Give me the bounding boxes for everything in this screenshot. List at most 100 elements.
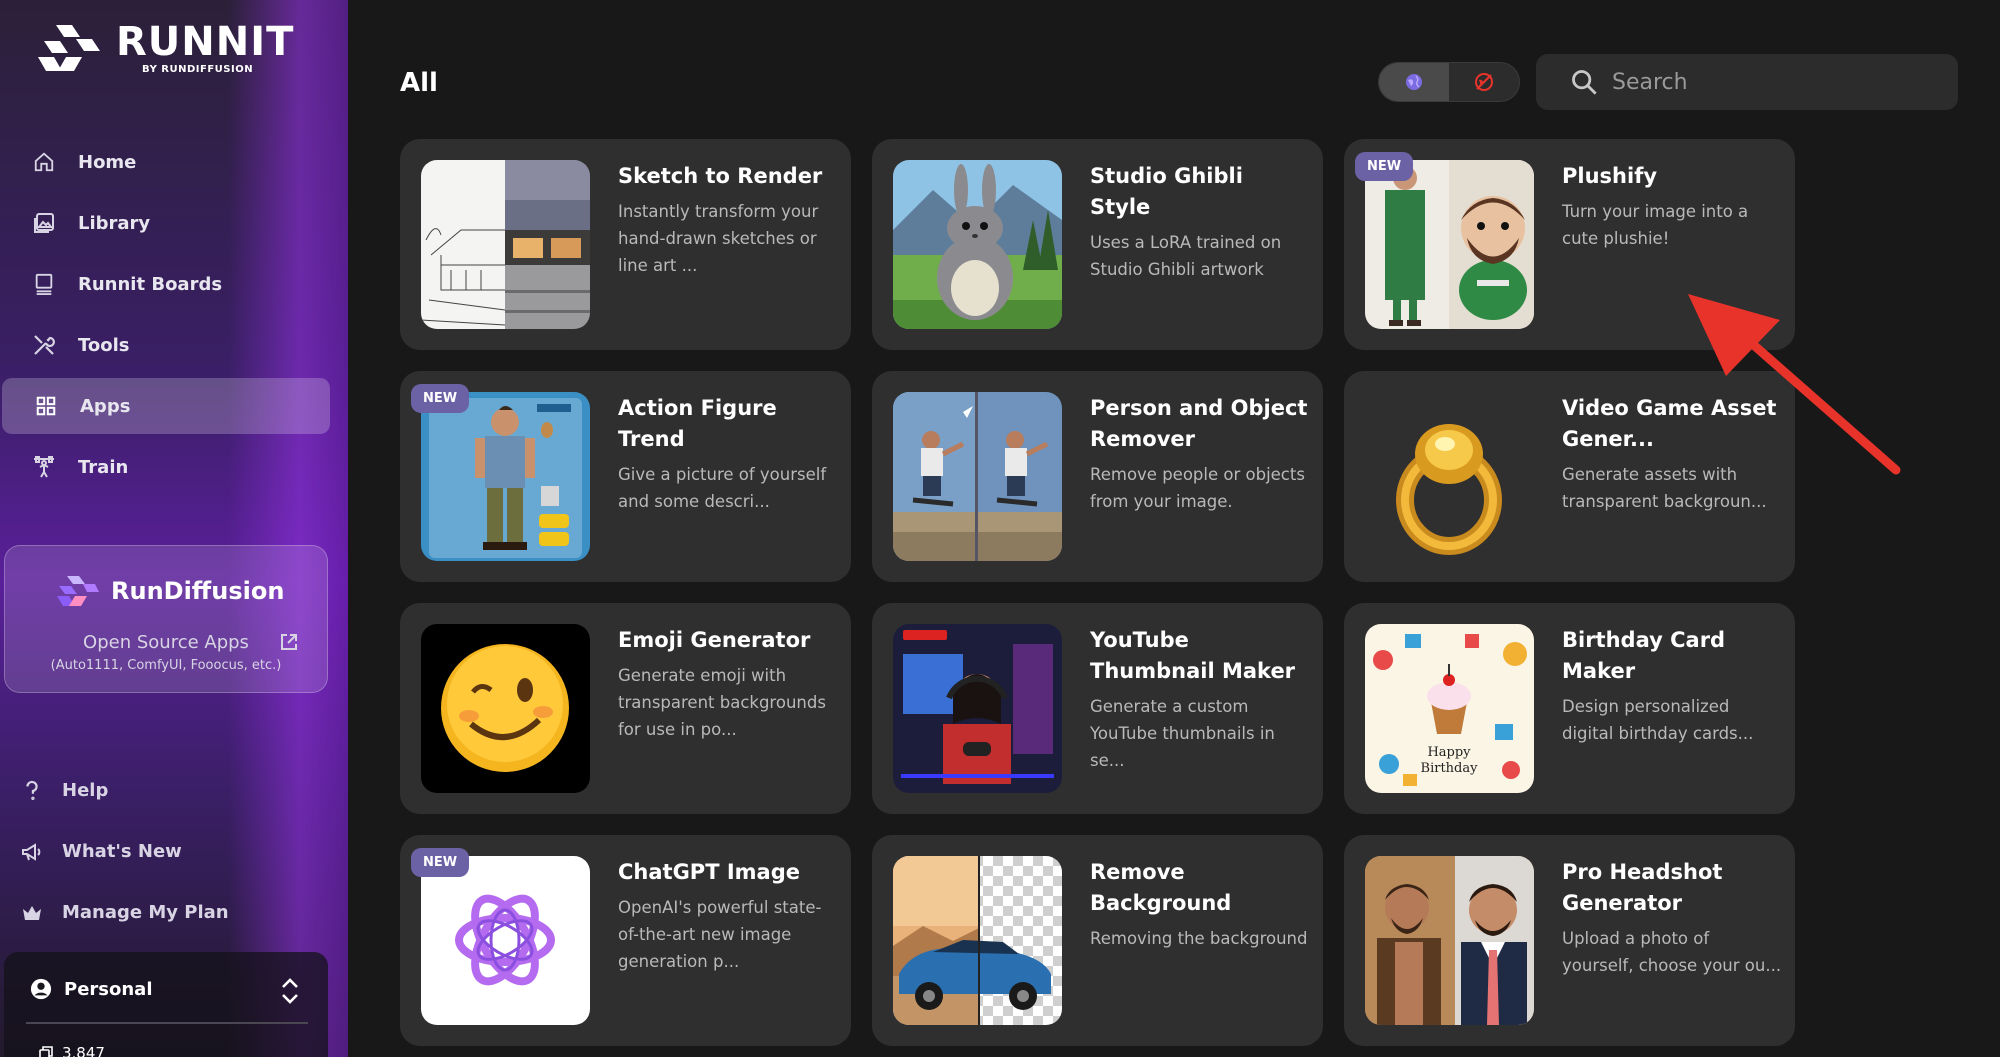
red-arrow-annotation bbox=[1688, 294, 1901, 475]
app-description: Upload a photo of yourself, choose your … bbox=[1562, 929, 1782, 975]
new-badge: NEW bbox=[411, 384, 470, 413]
app-thumbnail bbox=[1365, 160, 1534, 329]
app-description: Remove people or objects from your image… bbox=[1090, 465, 1305, 511]
toggle-public[interactable] bbox=[1379, 63, 1449, 101]
brand-sub: BY RUNDIFFUSION bbox=[142, 64, 254, 75]
credits-display: 3,847 bbox=[38, 1044, 105, 1057]
app-description: Design personalized digital birthday car… bbox=[1562, 697, 1754, 743]
app-thumbnail bbox=[421, 624, 590, 793]
app-description: Generate emoji with transparent backgrou… bbox=[618, 666, 826, 739]
app-title: Person and Object Remover bbox=[1090, 396, 1308, 451]
tools-icon bbox=[32, 333, 56, 357]
nav-label: Apps bbox=[80, 395, 131, 417]
new-badge: NEW bbox=[1355, 152, 1414, 181]
nav-item-library[interactable]: Library bbox=[0, 195, 330, 251]
globe-icon bbox=[1406, 74, 1422, 90]
app-description: Removing the background bbox=[1090, 929, 1308, 948]
app-description: Instantly transform your hand-drawn sket… bbox=[618, 202, 819, 275]
globe-off-icon bbox=[1475, 73, 1493, 91]
search-icon bbox=[1572, 70, 1597, 95]
rundiffusion-detail: (Auto1111, ComfyUI, Fooocus, etc.) bbox=[50, 658, 282, 673]
account-switcher[interactable]: Personal 3,847 bbox=[4, 952, 328, 1057]
apps-grid: Sketch to Render Instantly transform you… bbox=[400, 139, 1795, 1046]
svg-text:Happy: Happy bbox=[1427, 745, 1471, 760]
app-description: Turn your image into a cute plushie! bbox=[1562, 202, 1749, 248]
brand-name: RUNNIT bbox=[116, 19, 295, 65]
app-description: Uses a LoRA trained on Studio Ghibli art… bbox=[1090, 233, 1282, 279]
runnit-logo[interactable]: RUNNIT BY RUNDIFFUSION bbox=[36, 22, 294, 75]
app-card-youtube-thumbnail-maker[interactable]: YouTube Thumbnail Maker Generate a custo… bbox=[872, 603, 1323, 814]
help-icon bbox=[20, 779, 44, 803]
app-card-person-object-remover[interactable]: Person and Object Remover Remove people … bbox=[872, 371, 1323, 582]
nav-label: Manage My Plan bbox=[62, 902, 229, 923]
rundiffusion-card[interactable]: RunDiffusion Open Source Apps (Auto1111,… bbox=[4, 545, 328, 693]
user-avatar-icon bbox=[30, 978, 52, 1000]
credits-value: 3,847 bbox=[62, 1044, 105, 1057]
nav-label: What's New bbox=[62, 841, 182, 862]
nav-item-train[interactable]: Train bbox=[0, 439, 330, 495]
app-thumbnail bbox=[421, 160, 590, 329]
app-thumbnail: Happy Birthday bbox=[1365, 624, 1534, 793]
library-icon bbox=[32, 211, 56, 235]
app-title: Emoji Generator bbox=[618, 628, 811, 652]
nav-item-manage-plan[interactable]: Manage My Plan bbox=[0, 882, 348, 943]
nav-item-home[interactable]: Home bbox=[0, 134, 330, 190]
external-link-icon[interactable] bbox=[279, 632, 299, 652]
app-thumbnail bbox=[421, 856, 590, 1025]
nav-item-whats-new[interactable]: What's New bbox=[0, 821, 348, 882]
svg-text:Birthday: Birthday bbox=[1421, 761, 1479, 776]
train-icon bbox=[32, 455, 56, 479]
app-title: Remove Background bbox=[1090, 860, 1232, 915]
app-thumbnail bbox=[1365, 392, 1534, 561]
page-title: All bbox=[400, 68, 438, 98]
app-card-pro-headshot-generator[interactable]: Pro Headshot Generator Upload a photo of… bbox=[1344, 835, 1795, 1046]
app-title: Action Figure Trend bbox=[618, 396, 777, 451]
search-input[interactable] bbox=[1612, 69, 1932, 95]
credits-icon bbox=[39, 1046, 53, 1057]
app-thumbnail bbox=[893, 160, 1062, 329]
nav-item-apps[interactable]: Apps bbox=[2, 378, 330, 434]
app-thumbnail bbox=[893, 392, 1062, 561]
new-badge: NEW bbox=[411, 848, 470, 877]
app-title: Birthday Card Maker bbox=[1562, 628, 1726, 683]
app-card-chatgpt-image[interactable]: NEW ChatGPT Image OpenAI's powerful stat… bbox=[400, 835, 851, 1046]
app-title: Studio Ghibli Style bbox=[1090, 164, 1243, 219]
boards-icon bbox=[32, 272, 56, 296]
runnit-logo-icon bbox=[38, 24, 100, 71]
nav-label: Help bbox=[62, 780, 109, 801]
main-content: All Search Sketch to Render Instantly tr… bbox=[348, 0, 2000, 1057]
nav-item-tools[interactable]: Tools bbox=[0, 317, 330, 373]
visibility-toggle bbox=[1378, 62, 1520, 102]
toggle-private[interactable] bbox=[1449, 63, 1519, 101]
nav-label: Home bbox=[78, 151, 137, 173]
app-thumbnail bbox=[893, 624, 1062, 793]
app-card-birthday-card-maker[interactable]: Happy Birthday Birthday Card Maker Desig… bbox=[1344, 603, 1795, 814]
search-box[interactable] bbox=[1536, 54, 1958, 110]
crown-icon bbox=[20, 901, 44, 925]
app-title: Sketch to Render bbox=[618, 164, 823, 188]
nav-label: Train bbox=[78, 456, 129, 478]
app-thumbnail bbox=[893, 856, 1062, 1025]
app-card-studio-ghibli-style[interactable]: Studio Ghibli Style Uses a LoRA trained … bbox=[872, 139, 1323, 350]
sidebar: RUNNIT BY RUNDIFFUSION Home Library Runn… bbox=[0, 0, 348, 1057]
chevron-up-down-icon[interactable] bbox=[278, 976, 302, 1006]
app-title: Plushify bbox=[1562, 164, 1658, 188]
nav-item-help[interactable]: Help bbox=[0, 760, 348, 821]
app-description: OpenAI's powerful state-of-the-art new i… bbox=[618, 898, 822, 971]
app-card-action-figure-trend[interactable]: NEW Action Figure Trend Give a picture o… bbox=[400, 371, 851, 582]
megaphone-icon bbox=[20, 840, 44, 864]
app-title: Pro Headshot Generator bbox=[1562, 860, 1723, 915]
rundiffusion-title: RunDiffusion bbox=[111, 577, 285, 605]
app-thumbnail bbox=[421, 392, 590, 561]
nav-item-runnit-boards[interactable]: Runnit Boards bbox=[0, 256, 330, 312]
bottom-nav: Help What's New Manage My Plan bbox=[0, 760, 348, 943]
app-card-sketch-to-render[interactable]: Sketch to Render Instantly transform you… bbox=[400, 139, 851, 350]
app-description: Generate a custom YouTube thumbnails in … bbox=[1090, 697, 1275, 770]
app-title: YouTube Thumbnail Maker bbox=[1090, 628, 1296, 683]
app-card-emoji-generator[interactable]: Emoji Generator Generate emoji with tran… bbox=[400, 603, 851, 814]
app-card-remove-background[interactable]: Remove Background Removing the backgroun… bbox=[872, 835, 1323, 1046]
app-description: Give a picture of yourself and some desc… bbox=[618, 465, 827, 511]
home-icon bbox=[32, 150, 56, 174]
app-root: RUNNIT BY RUNDIFFUSION Home Library Runn… bbox=[0, 0, 2000, 1057]
account-name: Personal bbox=[64, 978, 153, 1000]
